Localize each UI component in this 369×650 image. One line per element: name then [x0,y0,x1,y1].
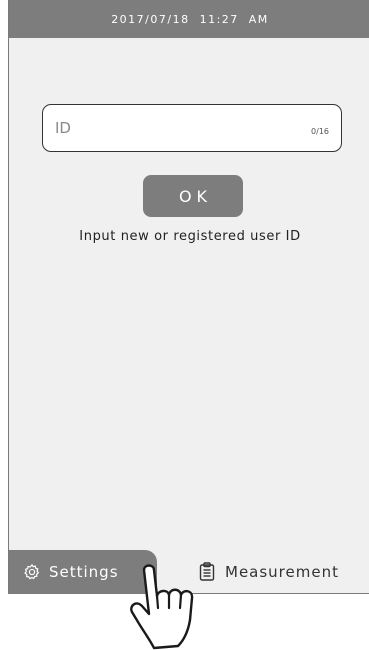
status-bar: 2017/07/18 11:27 AM [9,0,369,38]
tab-settings-label: Settings [49,562,119,581]
status-datetime: 2017/07/18 11:27 AM [111,12,269,26]
device-screen: 2017/07/18 11:27 AM ID 0/16 OK Input new… [8,0,369,594]
id-placeholder: ID [55,119,71,137]
gear-icon [23,563,41,581]
instruction-text: Input new or registered user ID [79,229,301,244]
id-input[interactable]: ID 0/16 [42,104,342,152]
tab-measurement-label: Measurement [225,562,339,581]
tab-measurement[interactable]: Measurement [199,550,339,593]
char-counter: 0/16 [311,127,329,136]
ok-button-label: OK [178,186,213,206]
pointing-hand-icon [130,564,194,650]
ok-button[interactable]: OK [143,175,243,217]
